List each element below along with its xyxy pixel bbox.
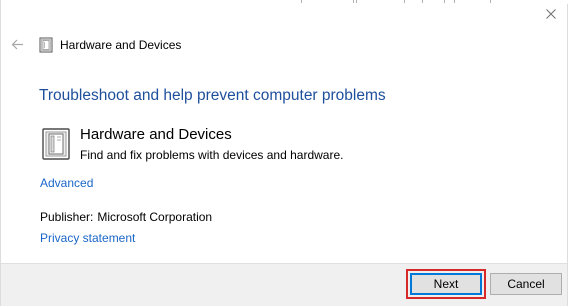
publisher-label: Publisher: bbox=[40, 210, 94, 224]
cancel-button[interactable]: Cancel bbox=[490, 273, 562, 295]
hardware-devices-icon bbox=[39, 37, 53, 53]
highlight-box: Next bbox=[406, 269, 486, 299]
troubleshooter-window: Hardware and Devices Troubleshoot and he… bbox=[0, 0, 568, 306]
privacy-statement-link[interactable]: Privacy statement bbox=[40, 230, 135, 246]
hardware-devices-icon bbox=[42, 128, 70, 160]
troubleshooter-item-description: Find and fix problems with devices and h… bbox=[80, 148, 344, 162]
arrow-left-icon bbox=[11, 39, 23, 49]
window-top-edge bbox=[1, 0, 568, 4]
troubleshooter-item-title: Hardware and Devices bbox=[80, 126, 232, 143]
publisher-value: Microsoft Corporation bbox=[97, 210, 213, 224]
back-button[interactable] bbox=[9, 36, 25, 52]
advanced-link[interactable]: Advanced bbox=[40, 175, 93, 191]
page-heading: Troubleshoot and help prevent computer p… bbox=[39, 87, 386, 104]
next-button[interactable]: Next bbox=[410, 273, 482, 295]
dialog-footer: Next Cancel bbox=[1, 263, 567, 306]
publisher-info: Publisher: Microsoft Corporation bbox=[40, 209, 212, 225]
window-title: Hardware and Devices bbox=[60, 38, 182, 52]
close-icon bbox=[546, 9, 556, 19]
close-button[interactable] bbox=[541, 4, 561, 24]
